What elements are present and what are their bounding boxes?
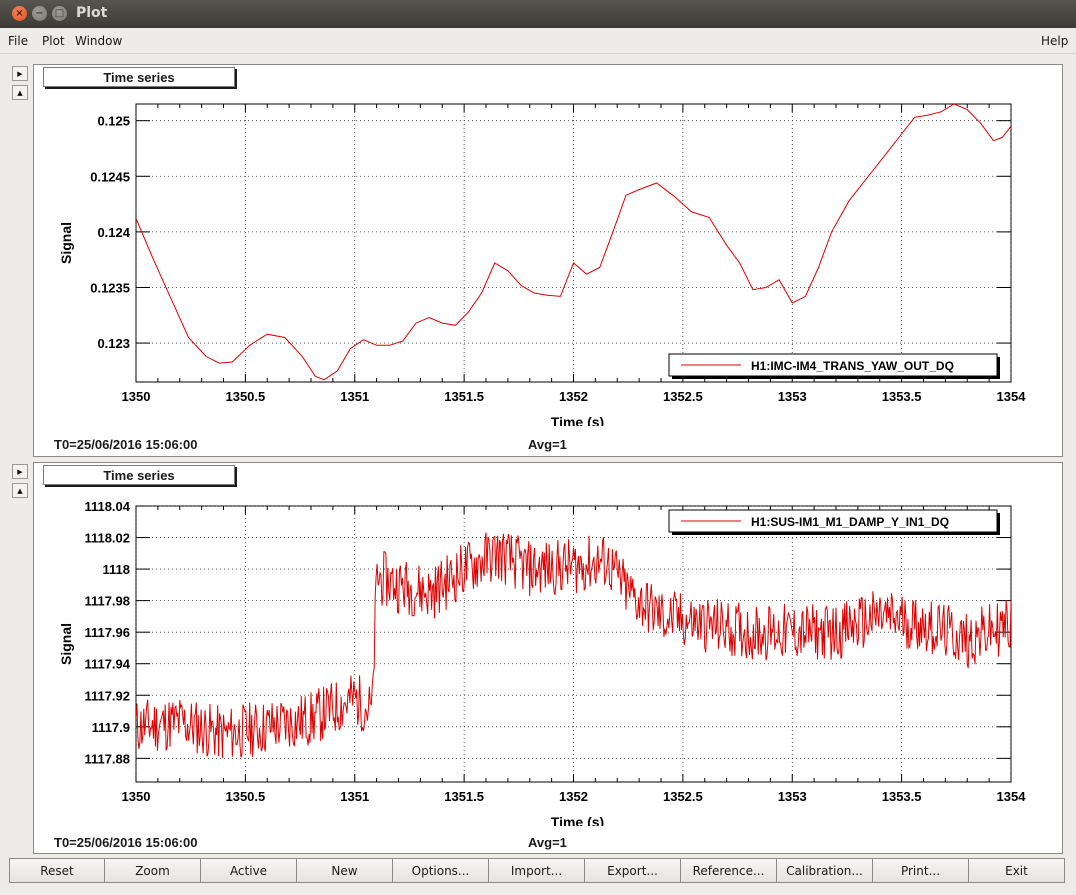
legend-label: H1:SUS-IM1_M1_DAMP_Y_IN1_DQ bbox=[751, 515, 949, 529]
x-tick-label: 1351 bbox=[340, 389, 369, 404]
y-tick-label: 1118.02 bbox=[84, 531, 130, 546]
y-tick-label: 1118 bbox=[103, 562, 131, 577]
menu-help[interactable]: Help bbox=[1041, 34, 1068, 48]
panel-2-up-icon[interactable]: ▲ bbox=[12, 483, 28, 498]
y-tick-label: 1118.04 bbox=[84, 499, 130, 514]
y-tick-label: 1117.98 bbox=[84, 594, 130, 609]
toolbar-button-print[interactable]: Print... bbox=[873, 858, 969, 883]
toolbar-button-reference[interactable]: Reference... bbox=[681, 858, 777, 883]
y-tick-label: 1117.9 bbox=[92, 720, 130, 735]
legend-label: H1:IMC-IM4_TRANS_YAW_OUT_DQ bbox=[751, 359, 954, 373]
plot-1-chart[interactable]: 1350 1350.5 1351 1351.5 1352 1352.5 1353 1353.5… bbox=[34, 96, 1062, 426]
x-tick-label: 1352.5 bbox=[663, 389, 703, 404]
panel-2-next-icon[interactable]: ▶ bbox=[12, 464, 28, 479]
toolbar-button-zoom[interactable]: Zoom bbox=[105, 858, 201, 883]
toolbar-button-export[interactable]: Export... bbox=[585, 858, 681, 883]
x-tick-label: 1350 bbox=[122, 389, 151, 404]
y-tick-label: 1117.94 bbox=[84, 657, 130, 672]
maximize-icon[interactable]: □ bbox=[52, 6, 67, 21]
panel-2-avg: Avg=1 bbox=[528, 835, 567, 850]
x-tick-label: 1352.5 bbox=[663, 789, 703, 804]
toolbar-button-active[interactable]: Active bbox=[201, 858, 297, 883]
toolbar-button-exit[interactable]: Exit bbox=[969, 858, 1065, 883]
y-tick-label: 0.1245 bbox=[90, 169, 130, 184]
panel-1-avg: Avg=1 bbox=[528, 437, 567, 452]
window-titlebar: × − □ Plot bbox=[0, 0, 1076, 28]
x-tick-label: 1351.5 bbox=[444, 789, 484, 804]
x-tick-label: 1353.5 bbox=[882, 389, 922, 404]
menu-plot[interactable]: Plot bbox=[42, 34, 65, 48]
x-tick-label: 1352 bbox=[559, 789, 588, 804]
x-tick-label: 1350.5 bbox=[225, 389, 265, 404]
panel-1-tab[interactable]: Time series bbox=[43, 67, 235, 87]
x-tick-label: 1351.5 bbox=[444, 389, 484, 404]
x-tick-label: 1354 bbox=[997, 789, 1027, 804]
x-axis-label: Time (s) bbox=[551, 814, 604, 826]
menu-file[interactable]: File bbox=[8, 34, 28, 48]
toolbar-button-new[interactable]: New bbox=[297, 858, 393, 883]
minimize-icon[interactable]: − bbox=[32, 6, 47, 21]
toolbar-button-calibration[interactable]: Calibration... bbox=[777, 858, 873, 883]
y-axis-label: Signal bbox=[58, 222, 74, 264]
x-tick-label: 1350.5 bbox=[225, 789, 265, 804]
toolbar-button-reset[interactable]: Reset bbox=[9, 858, 105, 883]
x-tick-label: 1350 bbox=[122, 789, 151, 804]
x-tick-label: 1352 bbox=[559, 389, 588, 404]
panel-2-tab[interactable]: Time series bbox=[43, 465, 235, 485]
y-tick-label: 0.124 bbox=[97, 225, 130, 240]
menu-bar: File Plot Window Help bbox=[0, 28, 1076, 54]
y-tick-label: 1117.96 bbox=[84, 625, 130, 640]
window-title: Plot bbox=[76, 5, 108, 21]
y-axis-label: Signal bbox=[58, 623, 74, 665]
toolbar-button-options[interactable]: Options... bbox=[393, 858, 489, 883]
toolbar-button-import[interactable]: Import... bbox=[489, 858, 585, 883]
x-axis-label: Time (s) bbox=[551, 414, 604, 426]
panel-1-up-icon[interactable]: ▲ bbox=[12, 85, 28, 100]
plot-area bbox=[135, 505, 1012, 783]
panel-1-next-icon[interactable]: ▶ bbox=[12, 66, 28, 81]
panel-2-t0: T0=25/06/2016 15:06:00 bbox=[54, 835, 198, 850]
y-tick-label: 1117.88 bbox=[84, 751, 130, 766]
x-tick-label: 1353 bbox=[778, 389, 807, 404]
y-tick-label: 1117.92 bbox=[84, 688, 130, 703]
plot-2-chart[interactable]: 1350 1350.5 1351 1351.5 1352 1352.5 1353 1353.5… bbox=[34, 492, 1062, 826]
y-tick-label: 0.123 bbox=[97, 336, 130, 351]
panel-1-t0: T0=25/06/2016 15:06:00 bbox=[54, 437, 198, 452]
menu-window[interactable]: Window bbox=[75, 34, 122, 48]
close-icon[interactable]: × bbox=[12, 6, 27, 21]
x-tick-label: 1353.5 bbox=[882, 789, 922, 804]
x-tick-label: 1353 bbox=[778, 789, 807, 804]
x-tick-label: 1351 bbox=[340, 789, 369, 804]
y-tick-label: 0.125 bbox=[97, 114, 130, 129]
y-tick-label: 0.1235 bbox=[90, 280, 130, 295]
bottom-toolbar: Reset Zoom Active New Options... Import... Exp… bbox=[9, 858, 1067, 883]
x-tick-label: 1354 bbox=[997, 389, 1027, 404]
